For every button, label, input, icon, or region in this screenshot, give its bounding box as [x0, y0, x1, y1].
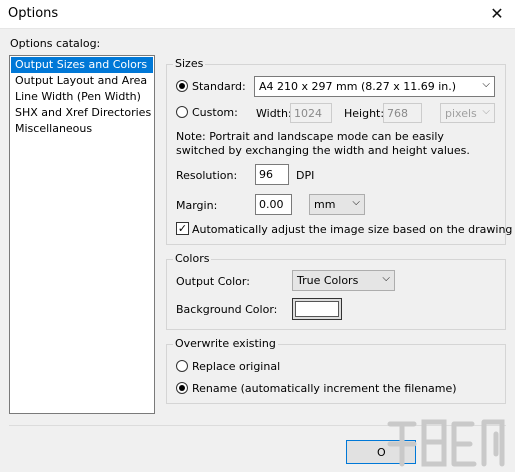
colors-group-title: Colors [173, 252, 212, 265]
auto-adjust-label[interactable]: Automatically adjust the image size base… [192, 223, 512, 236]
catalog-label: Options catalog: [10, 37, 101, 50]
radio-dot-icon [179, 83, 185, 89]
custom-unit-value: pixels [445, 107, 477, 120]
output-color-label: Output Color: [176, 275, 250, 288]
portrait-note: Note: Portrait and landscape mode can be… [176, 130, 470, 157]
overwrite-group: Overwrite existing [166, 337, 506, 404]
background-color-swatch[interactable] [292, 298, 342, 320]
catalog-list[interactable]: Output Sizes and Colors Output Layout an… [9, 55, 155, 414]
width-label: Width: [256, 107, 292, 120]
background-color-label: Background Color: [176, 303, 278, 316]
height-input[interactable]: 768 [383, 103, 422, 123]
margin-input[interactable]: 0.00 [255, 194, 292, 215]
output-color-value: True Colors [297, 274, 359, 287]
resolution-input[interactable]: 96 [255, 164, 289, 185]
rename-radio[interactable] [176, 382, 188, 394]
color-swatch-fill [295, 301, 339, 317]
catalog-item-miscellaneous[interactable]: Miscellaneous [11, 121, 153, 137]
overwrite-group-title: Overwrite existing [173, 337, 278, 350]
margin-unit-select[interactable]: mm ⌵ [309, 194, 365, 215]
replace-original-radio[interactable] [176, 360, 188, 372]
checkmark-icon: ✓ [177, 222, 188, 235]
window-title: Options [8, 6, 59, 21]
rename-label[interactable]: Rename (automatically increment the file… [192, 382, 457, 395]
standard-size-select[interactable]: A4 210 x 297 mm (8.27 x 11.69 in.) ⌵ [254, 76, 495, 97]
custom-radio[interactable] [176, 106, 188, 118]
chevron-down-icon: ⌵ [382, 273, 390, 284]
standard-size-value: A4 210 x 297 mm (8.27 x 11.69 in.) [259, 80, 457, 93]
close-icon[interactable]: ✕ [485, 3, 509, 25]
height-label: Height: [344, 107, 385, 120]
watermark-logo [387, 419, 505, 467]
sizes-group-title: Sizes [173, 57, 206, 70]
auto-adjust-checkbox[interactable]: ✓ [176, 222, 189, 235]
width-input[interactable]: 1024 [290, 103, 332, 123]
chevron-down-icon: ⌵ [352, 197, 360, 208]
catalog-item-output-sizes[interactable]: Output Sizes and Colors [11, 57, 153, 73]
custom-unit-select[interactable]: pixels ⌵ [440, 103, 495, 123]
standard-label[interactable]: Standard: [192, 80, 246, 93]
custom-label[interactable]: Custom: [192, 106, 238, 119]
title-bar: Options ✕ [0, 0, 515, 29]
margin-unit-value: mm [314, 198, 336, 211]
chevron-down-icon: ⌵ [482, 106, 490, 117]
radio-dot-icon [179, 385, 185, 391]
output-color-select[interactable]: True Colors ⌵ [292, 270, 395, 291]
standard-radio[interactable] [176, 80, 188, 92]
catalog-item-line-width[interactable]: Line Width (Pen Width) [11, 89, 153, 105]
margin-label: Margin: [176, 199, 218, 212]
replace-original-label[interactable]: Replace original [192, 360, 280, 373]
catalog-item-shx-xref[interactable]: SHX and Xref Directories [11, 105, 153, 121]
chevron-down-icon: ⌵ [482, 79, 490, 90]
resolution-label: Resolution: [176, 169, 238, 182]
catalog-item-output-layout[interactable]: Output Layout and Area [11, 73, 153, 89]
resolution-unit: DPI [296, 169, 315, 182]
